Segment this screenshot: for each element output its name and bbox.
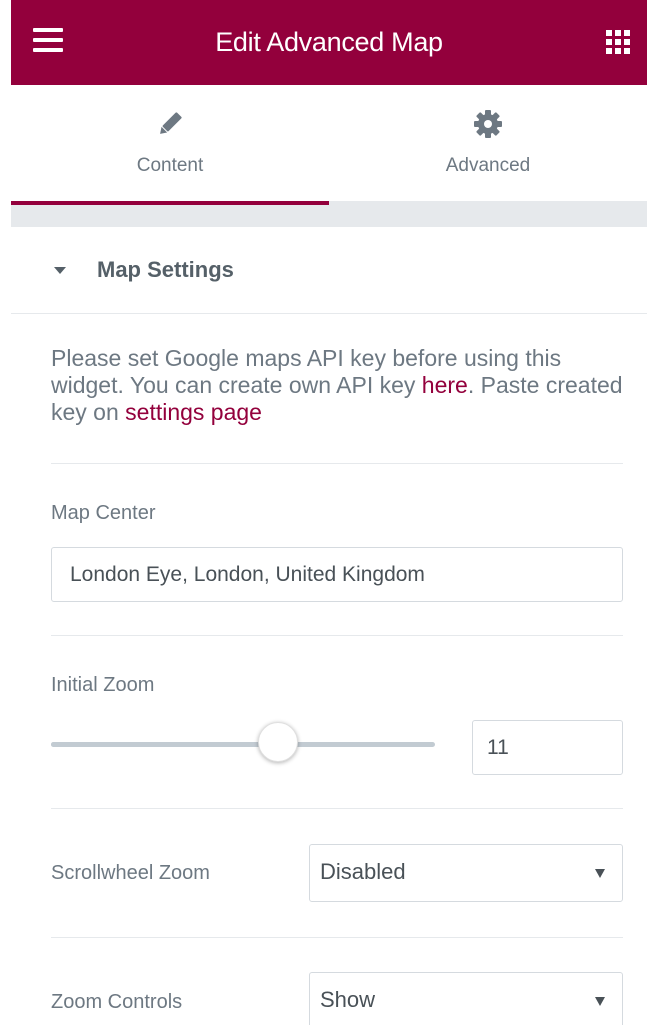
map-center-input[interactable] (51, 547, 623, 602)
divider (51, 937, 623, 938)
here-link[interactable]: here (422, 372, 468, 398)
grid-icon[interactable] (603, 27, 633, 57)
settings-page-link[interactable]: settings page (125, 399, 262, 425)
initial-zoom-label: Initial Zoom (51, 674, 155, 696)
editor-panel: Edit Advanced Map Content Advanced Map S… (0, 0, 647, 1025)
zoom-controls-label: Zoom Controls (51, 991, 183, 1013)
dropdown-arrow-icon (595, 869, 605, 878)
section-title: Map Settings (97, 257, 234, 282)
tabs-separator (11, 205, 647, 227)
tab-advanced[interactable]: Advanced (329, 85, 647, 205)
hamburger-icon[interactable] (33, 26, 69, 58)
divider (51, 463, 623, 464)
tab-content[interactable]: Content (11, 85, 329, 205)
zoom-controls-select[interactable]: Show (309, 972, 623, 1025)
api-key-notice: Please set Google maps API key before us… (51, 345, 631, 426)
gear-icon (471, 107, 505, 141)
zoom-slider-handle[interactable] (257, 722, 298, 762)
dropdown-arrow-icon (595, 997, 605, 1006)
zoom-controls-value: Show (320, 987, 376, 1012)
scrollwheel-zoom-label: Scrollwheel Zoom (51, 862, 210, 884)
panel-tabs: Content Advanced (11, 85, 647, 205)
scrollwheel-zoom-select[interactable]: Disabled (309, 844, 623, 902)
zoom-slider-track[interactable] (51, 742, 435, 747)
pencil-icon (153, 107, 187, 141)
panel-header: Edit Advanced Map (11, 0, 647, 85)
tab-content-label: Content (136, 155, 204, 176)
section-map-settings[interactable]: Map Settings (11, 227, 647, 314)
divider (51, 808, 623, 809)
scrollwheel-zoom-value: Disabled (320, 859, 406, 884)
tab-advanced-label: Advanced (445, 155, 531, 176)
zoom-slider-fill (51, 742, 278, 747)
divider (51, 635, 623, 636)
panel-title: Edit Advanced Map (215, 27, 443, 57)
caret-down-icon (54, 266, 66, 274)
zoom-number-input[interactable] (472, 720, 623, 775)
map-center-label: Map Center (51, 502, 156, 524)
